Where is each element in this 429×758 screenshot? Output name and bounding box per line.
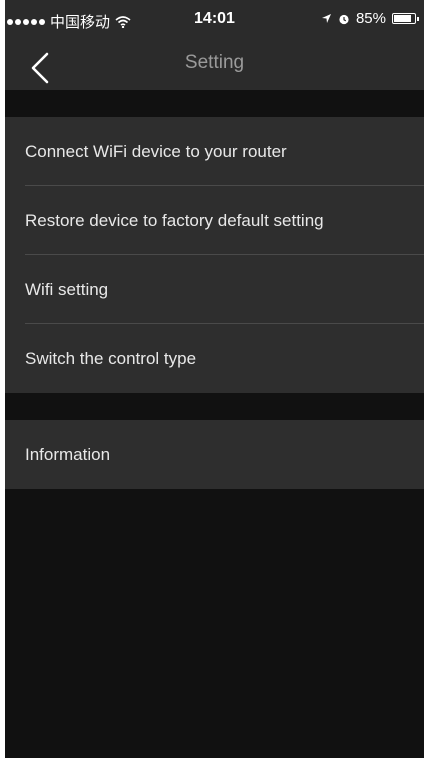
list-item-label: Switch the control type [25, 348, 197, 368]
battery-icon [392, 13, 419, 24]
list-item-label: Wifi setting [25, 279, 109, 299]
section-spacer [5, 393, 424, 420]
wifi-setting-item[interactable]: Wifi setting [5, 255, 424, 324]
information-item[interactable]: Information [5, 420, 424, 489]
list-item-label: Connect WiFi device to your router [25, 141, 287, 161]
page-title: Setting [184, 52, 245, 73]
screen-edge-right [424, 0, 429, 758]
status-bar: 中国移动 14:01 85% [5, 0, 424, 40]
switch-control-type-item[interactable]: Switch the control type [5, 324, 424, 393]
connect-wifi-router-item[interactable]: Connect WiFi device to your router [5, 117, 424, 186]
settings-group-main: Connect WiFi device to your router Resto… [5, 117, 424, 393]
list-item-label: Information [25, 444, 111, 464]
status-right: 85% [321, 10, 419, 27]
restore-factory-default-item[interactable]: Restore device to factory default settin… [5, 186, 424, 255]
settings-group-info: Information [5, 420, 424, 489]
battery-percent: 85% [355, 10, 386, 27]
alarm-clock-icon [339, 14, 349, 24]
list-item-label: Restore device to factory default settin… [25, 210, 324, 230]
location-arrow-icon [321, 14, 331, 23]
app-screen: 中国移动 14:01 85% Setting Connect WiFi devi… [5, 0, 424, 758]
nav-bar: Setting [5, 40, 424, 90]
section-spacer [5, 90, 424, 117]
